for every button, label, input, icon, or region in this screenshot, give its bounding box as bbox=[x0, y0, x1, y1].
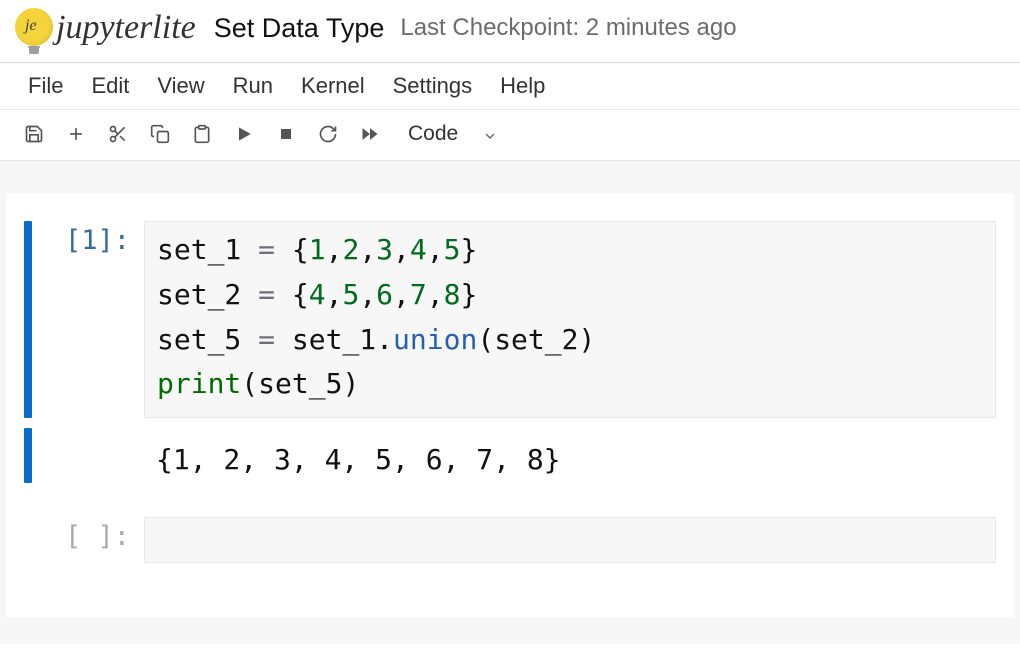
header: je jupyterlite Set Data Type Last Checkp… bbox=[0, 0, 1020, 62]
jupyterlite-logo: je jupyterlite bbox=[14, 8, 196, 48]
menu-run[interactable]: Run bbox=[233, 73, 273, 99]
menu-help[interactable]: Help bbox=[500, 73, 545, 99]
run-icon[interactable] bbox=[234, 124, 254, 144]
menu-settings[interactable]: Settings bbox=[393, 73, 473, 99]
code-line[interactable]: set_2 = {4,5,6,7,8} bbox=[157, 273, 983, 318]
menu-kernel[interactable]: Kernel bbox=[301, 73, 365, 99]
cell-output: {1, 2, 3, 4, 5, 6, 7, 8} bbox=[144, 424, 561, 483]
lightbulb-icon: je bbox=[14, 8, 54, 48]
cell-prompt: [ ]: bbox=[32, 517, 144, 563]
cell-prompt: [1]: bbox=[32, 221, 144, 418]
menu-edit[interactable]: Edit bbox=[91, 73, 129, 99]
code-cell[interactable]: [1]: set_1 = {1,2,3,4,5} set_2 = {4,5,6,… bbox=[24, 221, 996, 418]
code-line[interactable]: set_1 = {1,2,3,4,5} bbox=[157, 228, 983, 273]
cell-type-select[interactable]: Code bbox=[408, 122, 498, 146]
code-cell[interactable]: [ ]: bbox=[24, 517, 996, 563]
checkpoint-text: Last Checkpoint: 2 minutes ago bbox=[400, 14, 736, 42]
cut-icon[interactable] bbox=[108, 124, 128, 144]
toolbar: Code bbox=[0, 109, 1020, 161]
cell-active-bar bbox=[24, 428, 32, 483]
chevron-down-icon bbox=[482, 126, 498, 142]
add-cell-icon[interactable] bbox=[66, 124, 86, 144]
menu-view[interactable]: View bbox=[157, 73, 204, 99]
stop-icon[interactable] bbox=[276, 124, 296, 144]
cell-bar-spacer bbox=[24, 517, 32, 563]
fast-forward-icon[interactable] bbox=[360, 124, 380, 144]
cell-active-bar bbox=[24, 221, 32, 418]
copy-icon[interactable] bbox=[150, 124, 170, 144]
restart-icon[interactable] bbox=[318, 124, 338, 144]
notebook-title[interactable]: Set Data Type bbox=[214, 13, 385, 44]
notebook-inner: [1]: set_1 = {1,2,3,4,5} set_2 = {4,5,6,… bbox=[6, 193, 1014, 617]
cell-editor[interactable] bbox=[144, 517, 996, 563]
code-line[interactable]: set_5 = set_1.union(set_2) bbox=[157, 318, 983, 363]
cell-type-label: Code bbox=[408, 122, 458, 146]
menu-file[interactable]: File bbox=[28, 73, 63, 99]
notebook-area: [1]: set_1 = {1,2,3,4,5} set_2 = {4,5,6,… bbox=[0, 161, 1020, 644]
paste-icon[interactable] bbox=[192, 124, 212, 144]
save-icon[interactable] bbox=[24, 124, 44, 144]
code-line[interactable]: print(set_5) bbox=[157, 362, 983, 407]
logo-text: jupyterlite bbox=[56, 9, 196, 47]
menu-bar: File Edit View Run Kernel Settings Help bbox=[0, 63, 1020, 109]
cell-editor[interactable]: set_1 = {1,2,3,4,5} set_2 = {4,5,6,7,8} … bbox=[144, 221, 996, 418]
cell-output-row: {1, 2, 3, 4, 5, 6, 7, 8} bbox=[24, 424, 996, 483]
